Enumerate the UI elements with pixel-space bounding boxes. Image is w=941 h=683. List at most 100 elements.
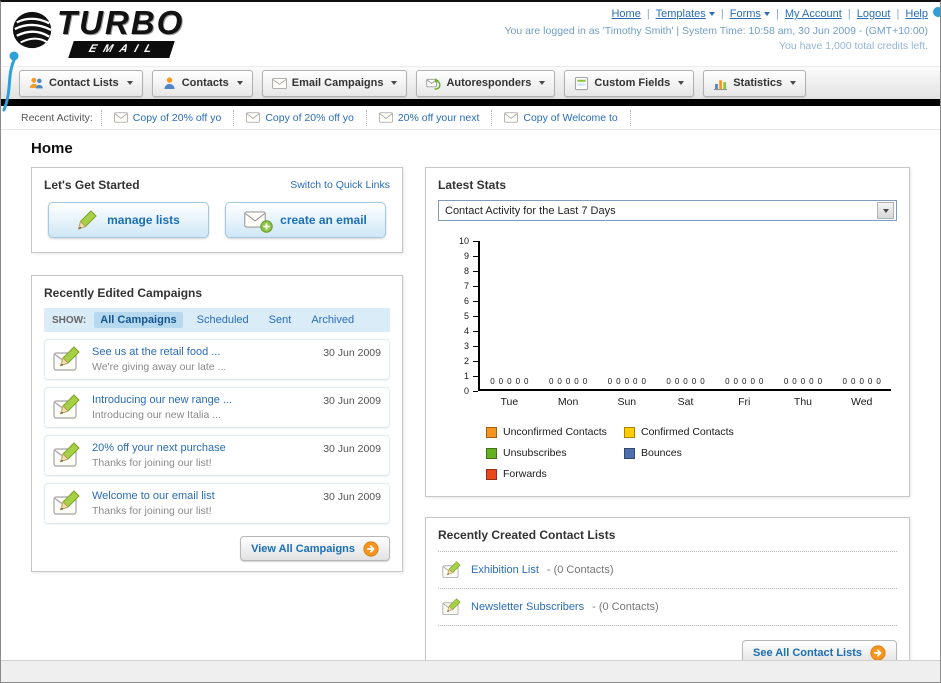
top-nav-logout[interactable]: Logout — [857, 8, 891, 20]
legend-label: Unconfirmed Contacts — [503, 426, 607, 438]
tab-label: Email Campaigns — [291, 77, 384, 89]
nav-separator: | — [775, 8, 779, 20]
decoration-dot — [933, 7, 940, 17]
top-nav-home[interactable]: Home — [611, 8, 640, 20]
recent-activity-item[interactable]: Copy of 20% off yo — [234, 109, 367, 126]
view-all-campaigns-button[interactable]: View All Campaigns — [240, 536, 390, 561]
bar-value-label: 0 — [624, 377, 630, 386]
bar-group-value-labels: 00000 — [715, 377, 774, 386]
stats-range-select[interactable]: Contact Activity for the Last 7 Days — [438, 200, 897, 221]
recent-activity-link[interactable]: Copy of 20% off yo — [265, 112, 354, 124]
arrow-circle-icon — [363, 541, 379, 557]
campaign-title-link[interactable]: Welcome to our email list — [92, 490, 314, 502]
main-nav: Contact Lists Contacts Email Campaigns A… — [1, 66, 940, 99]
legend-swatch — [486, 426, 497, 438]
recent-activity-bar: Recent Activity: Copy of 20% off yo Copy… — [1, 106, 940, 130]
nav-separator: | — [646, 8, 650, 20]
top-nav-templates[interactable]: Templates — [656, 8, 715, 20]
create-email-button[interactable]: create an email — [225, 202, 386, 238]
chart-legend: Unconfirmed Contacts Confirmed Contacts Un… — [486, 426, 891, 480]
bar-value-label: 0 — [565, 377, 571, 386]
chevron-down-icon — [708, 12, 715, 17]
legend-swatch — [486, 468, 497, 480]
bar-value-label: 0 — [792, 377, 797, 386]
chevron-down-icon — [391, 81, 398, 85]
tab-autoresponders[interactable]: Autoresponders — [416, 69, 556, 97]
chart-value-labels: 00000000000000000000000000000000000 — [480, 377, 891, 386]
legend-item: Unsubscribes — [486, 447, 624, 459]
switch-quick-links-link[interactable]: Switch to Quick Links — [290, 179, 390, 191]
tab-contact-lists[interactable]: Contact Lists — [19, 69, 143, 97]
bar-value-label: 0 — [742, 377, 747, 386]
recent-activity-link[interactable]: Copy of 20% off yo — [133, 112, 222, 124]
header-right: Home | Templates | Forms | My Account | … — [504, 8, 928, 52]
bar-value-label: 0 — [666, 377, 671, 386]
recent-activity-item[interactable]: Copy of Welcome to — [492, 109, 631, 126]
bar-group-value-labels: 00000 — [480, 377, 539, 386]
pencil-icon — [77, 210, 98, 230]
manage-lists-button[interactable]: manage lists — [48, 202, 209, 238]
bar-value-label: 0 — [498, 377, 504, 386]
campaign-title-link[interactable]: See us at the retail food ... — [92, 346, 314, 358]
tab-label: Custom Fields — [594, 77, 671, 89]
y-tick-label: 10 — [458, 236, 469, 246]
campaign-subtitle: We're giving away our late ... — [92, 361, 227, 373]
recent-activity-item[interactable]: Copy of 20% off yo — [100, 109, 235, 126]
envelope-plus-icon — [244, 210, 271, 231]
bar-value-label: 0 — [783, 377, 789, 386]
envelope-pencil-icon — [442, 598, 463, 616]
bar-value-label: 0 — [507, 377, 512, 386]
bar-value-label: 0 — [758, 377, 764, 386]
campaign-title-link[interactable]: 20% off your next purchase — [92, 442, 314, 454]
filter-archived[interactable]: Archived — [305, 312, 360, 328]
x-axis-label: Mon — [557, 396, 579, 408]
logo-text-email: EMAIL — [68, 41, 175, 58]
recent-activity-label: Recent Activity: — [21, 111, 93, 124]
plus-icon — [260, 220, 273, 233]
tab-custom-fields[interactable]: Custom Fields — [564, 69, 695, 97]
bar-group-value-labels: 00000 — [832, 377, 891, 386]
bar-value-label: 0 — [607, 377, 613, 386]
legend-label: Forwards — [503, 468, 547, 480]
latest-stats-panel: Latest Stats Contact Activity for the La… — [425, 167, 910, 497]
bar-group-value-labels: 00000 — [597, 377, 656, 386]
filter-all-campaigns[interactable]: All Campaigns — [94, 312, 183, 328]
filter-scheduled[interactable]: Scheduled — [191, 312, 255, 328]
legend-swatch — [486, 447, 497, 459]
tab-contacts[interactable]: Contacts — [151, 69, 253, 97]
campaign-row: 20% off your next purchase Thanks for jo… — [44, 435, 390, 476]
top-nav-my-account[interactable]: My Account — [785, 8, 842, 20]
campaign-title-link[interactable]: Introducing our new range ... — [92, 394, 314, 406]
legend-item: Confirmed Contacts — [624, 426, 762, 438]
recent-activity-item[interactable]: 20% off your next — [367, 109, 493, 126]
tab-email-campaigns[interactable]: Email Campaigns — [261, 69, 408, 97]
legend-swatch — [624, 447, 635, 459]
tab-label: Contacts — [181, 77, 229, 89]
content-area: Let's Get Started Switch to Quick Links … — [1, 167, 940, 682]
recent-activity-link[interactable]: Copy of Welcome to — [523, 112, 617, 124]
contact-list-link[interactable]: Newsletter Subscribers — [471, 601, 584, 613]
tab-statistics[interactable]: Statistics — [703, 69, 807, 97]
bar-group-value-labels: 00000 — [774, 377, 833, 386]
envelope-pencil-icon — [53, 394, 83, 420]
legend-item: Bounces — [624, 447, 762, 459]
contact-lists-icon — [29, 76, 44, 91]
bar-value-label: 0 — [817, 377, 823, 386]
legend-label: Unsubscribes — [503, 447, 567, 459]
legend-item: Unconfirmed Contacts — [486, 426, 624, 438]
nav-separator: | — [847, 8, 851, 20]
recent-activity-link[interactable]: 20% off your next — [398, 112, 480, 124]
tab-label: Autoresponders — [446, 77, 532, 89]
top-nav-forms[interactable]: Forms — [730, 8, 770, 20]
contact-lists-title: Recently Created Contact Lists — [438, 528, 897, 552]
bar-value-label: 0 — [574, 377, 579, 386]
y-tick-mark — [473, 391, 478, 392]
logo-swoosh-icon — [11, 8, 57, 52]
chart-plot: 00000000000000000000000000000000000 — [478, 241, 891, 391]
filter-sent[interactable]: Sent — [263, 312, 298, 328]
top-nav-help[interactable]: Help — [905, 8, 928, 20]
top-nav: Home | Templates | Forms | My Account | … — [504, 8, 928, 20]
right-column: Latest Stats Contact Activity for the La… — [425, 167, 910, 676]
campaign-text: Welcome to our email list Thanks for joi… — [92, 490, 314, 517]
contact-list-link[interactable]: Exhibition List — [471, 564, 539, 576]
